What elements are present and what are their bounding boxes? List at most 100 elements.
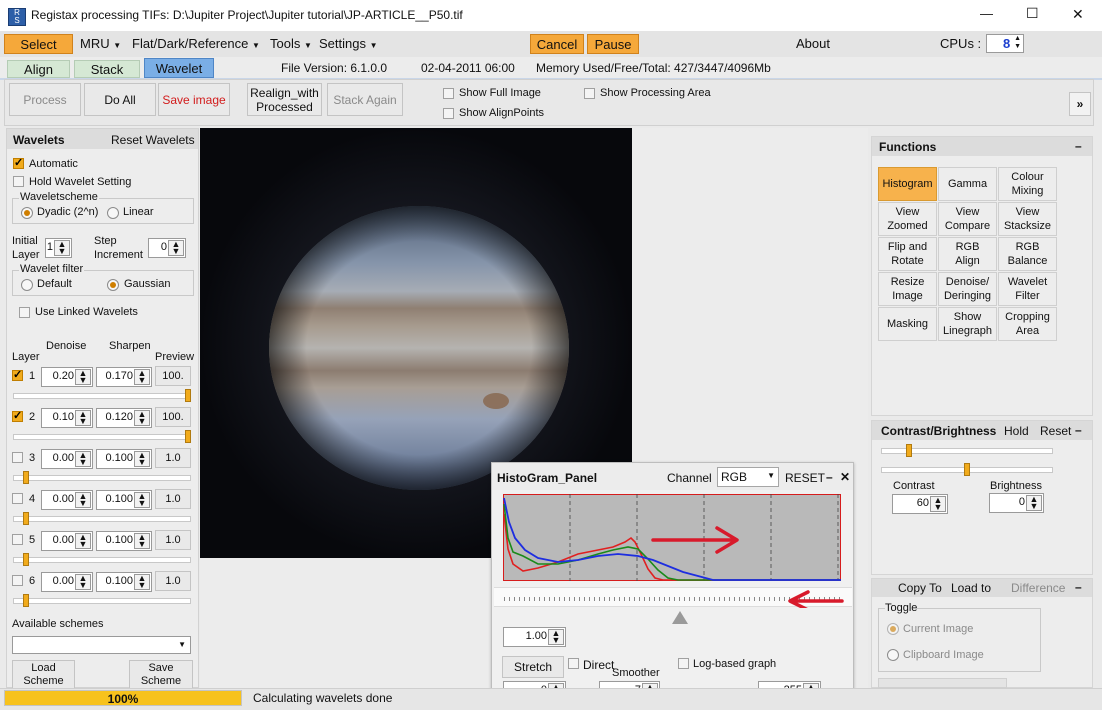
show-alignpoints-checkbox[interactable] — [443, 108, 454, 119]
function-button-cropping-area[interactable]: Cropping Area — [998, 307, 1057, 341]
sharpen-spinner[interactable]: 0.100 ▲ ▼ — [96, 449, 152, 469]
layer-slider[interactable] — [13, 434, 191, 440]
function-button-masking[interactable]: Masking — [878, 307, 937, 341]
layer-slider[interactable] — [13, 598, 191, 604]
contrast-collapse-button[interactable]: – — [1075, 423, 1082, 437]
layer-1-checkbox[interactable] — [12, 368, 23, 381]
linked-wavelets-checkbox[interactable] — [19, 307, 30, 318]
layer-slider-thumb[interactable] — [185, 389, 191, 402]
copy-collapse-button[interactable]: – — [1075, 580, 1082, 594]
tab-wavelet[interactable]: Wavelet — [144, 58, 214, 78]
brightness-spinner[interactable]: 0 ▲ ▼ — [989, 493, 1044, 513]
denoise-spinner[interactable]: 0.00 ▲ ▼ — [41, 449, 93, 469]
show-full-image-checkbox[interactable] — [443, 88, 454, 99]
preview-button[interactable]: 1.0 — [155, 489, 191, 509]
denoise-spinner[interactable]: 0.00 ▲ ▼ — [41, 490, 93, 510]
histogram-range-ruler[interactable] — [494, 587, 852, 608]
stretch-button[interactable]: Stretch — [502, 656, 564, 678]
layer-slider[interactable] — [13, 475, 191, 481]
close-icon[interactable]: ✕ — [1072, 6, 1084, 23]
preview-button[interactable]: 1.0 — [155, 448, 191, 468]
cpus-spinner[interactable]: 8 ▲ ▼ — [986, 34, 1024, 53]
histogram-close-icon[interactable]: ✕ — [840, 470, 850, 484]
function-button-view-zoomed[interactable]: View Zoomed — [878, 202, 937, 236]
load-scheme-button[interactable]: Load Scheme — [12, 660, 75, 690]
do-all-button[interactable]: Do All — [84, 83, 156, 116]
sharpen-spinner[interactable]: 0.100 ▲ ▼ — [96, 490, 152, 510]
step-increment-spinner[interactable]: 0 ▲ ▼ — [148, 238, 186, 258]
sharpen-spinner[interactable]: 0.120 ▲ ▼ — [96, 408, 152, 428]
menu-mru[interactable]: MRU ▼ — [80, 36, 121, 51]
layer-slider-thumb[interactable] — [23, 471, 29, 484]
default-filter-radio[interactable] — [21, 279, 33, 291]
layer-2-checkbox[interactable] — [12, 409, 23, 422]
process-button[interactable]: Process — [9, 83, 81, 116]
layer-3-checkbox[interactable] — [12, 452, 23, 463]
copy-extra-button[interactable] — [878, 678, 1007, 688]
function-button-histogram[interactable]: Histogram — [878, 167, 937, 201]
reset-wavelets-button[interactable]: Reset Wavelets — [111, 133, 195, 147]
function-button-resize-image[interactable]: Resize Image — [878, 272, 937, 306]
contrast-slider-thumb[interactable] — [906, 444, 912, 457]
expand-toolbar-button[interactable]: » — [1069, 92, 1091, 116]
layer-slider[interactable] — [13, 516, 191, 522]
layer-4-checkbox[interactable] — [12, 493, 23, 504]
histogram-minimize-icon[interactable]: – — [826, 470, 833, 484]
minimize-icon[interactable]: — — [980, 6, 993, 21]
layer-6-checkbox[interactable] — [12, 575, 23, 586]
preview-button[interactable]: 100. — [155, 407, 191, 427]
difference-button[interactable]: Difference — [1011, 581, 1065, 595]
function-button-colour-mixing[interactable]: Colour Mixing — [998, 167, 1057, 201]
function-button-rgb-align[interactable]: RGB Align — [938, 237, 997, 271]
stack-again-button[interactable]: Stack Again — [327, 83, 403, 116]
save-scheme-button[interactable]: Save Scheme — [129, 660, 193, 690]
log-graph-checkbox[interactable] — [678, 658, 689, 669]
initial-layer-spinner[interactable]: 1 ▲ ▼ — [45, 238, 72, 258]
layer-slider[interactable] — [13, 393, 191, 399]
layer-slider-thumb[interactable] — [185, 430, 191, 443]
layer-slider-thumb[interactable] — [23, 512, 29, 525]
sharpen-spinner[interactable]: 0.100 ▲ ▼ — [96, 531, 152, 551]
pause-button[interactable]: Pause — [587, 34, 639, 54]
show-processing-area-checkbox[interactable] — [584, 88, 595, 99]
gamma-triangle-icon[interactable] — [672, 611, 688, 624]
brightness-slider-thumb[interactable] — [964, 463, 970, 476]
available-schemes-select[interactable]: ▼ — [12, 636, 191, 654]
hold-wavelet-checkbox[interactable] — [13, 176, 24, 187]
denoise-spinner[interactable]: 0.00 ▲ ▼ — [41, 572, 93, 592]
function-button-denoise-deringing[interactable]: Denoise/Deringing — [938, 272, 997, 306]
function-button-view-compare[interactable]: View Compare — [938, 202, 997, 236]
load-to-button[interactable]: Load to — [951, 581, 991, 595]
function-button-rgb-balance[interactable]: RGB Balance — [998, 237, 1057, 271]
maximize-icon[interactable]: ☐ — [1026, 5, 1039, 22]
contrast-spinner[interactable]: 60 ▲ ▼ — [892, 494, 948, 514]
denoise-spinner[interactable]: 0.00 ▲ ▼ — [41, 531, 93, 551]
denoise-spinner[interactable]: 0.10 ▲ ▼ — [41, 408, 93, 428]
direct-checkbox[interactable] — [568, 658, 579, 669]
dyadic-radio[interactable] — [21, 207, 33, 219]
sharpen-spinner[interactable]: 0.100 ▲ ▼ — [96, 572, 152, 592]
function-button-flip-and-rotate[interactable]: Flip and Rotate — [878, 237, 937, 271]
contrast-reset-button[interactable]: Reset — [1040, 424, 1071, 438]
preview-button[interactable]: 100. — [155, 366, 191, 386]
preview-button[interactable]: 1.0 — [155, 571, 191, 591]
function-button-show-linegraph[interactable]: Show Linegraph — [938, 307, 997, 341]
histogram-reset-button[interactable]: RESET — [785, 471, 825, 485]
automatic-checkbox[interactable] — [13, 156, 24, 169]
tab-stack[interactable]: Stack — [74, 60, 140, 78]
layer-slider-thumb[interactable] — [23, 553, 29, 566]
tab-align[interactable]: Align — [7, 60, 70, 78]
menu-tools[interactable]: Tools ▼ — [270, 36, 312, 51]
current-image-radio[interactable] — [887, 623, 899, 635]
clipboard-image-radio[interactable] — [887, 649, 899, 661]
layer-5-checkbox[interactable] — [12, 534, 23, 545]
save-image-button[interactable]: Save image — [158, 83, 230, 116]
histogram-graph[interactable] — [502, 493, 842, 582]
realign-button[interactable]: Realign_with Processed — [247, 83, 322, 116]
copy-to-button[interactable]: Copy To — [898, 581, 942, 595]
gaussian-filter-radio[interactable] — [107, 279, 119, 291]
layer-slider[interactable] — [13, 557, 191, 563]
linear-radio[interactable] — [107, 207, 119, 219]
sharpen-spinner[interactable]: 0.170 ▲ ▼ — [96, 367, 152, 387]
function-button-wavelet-filter[interactable]: Wavelet Filter — [998, 272, 1057, 306]
